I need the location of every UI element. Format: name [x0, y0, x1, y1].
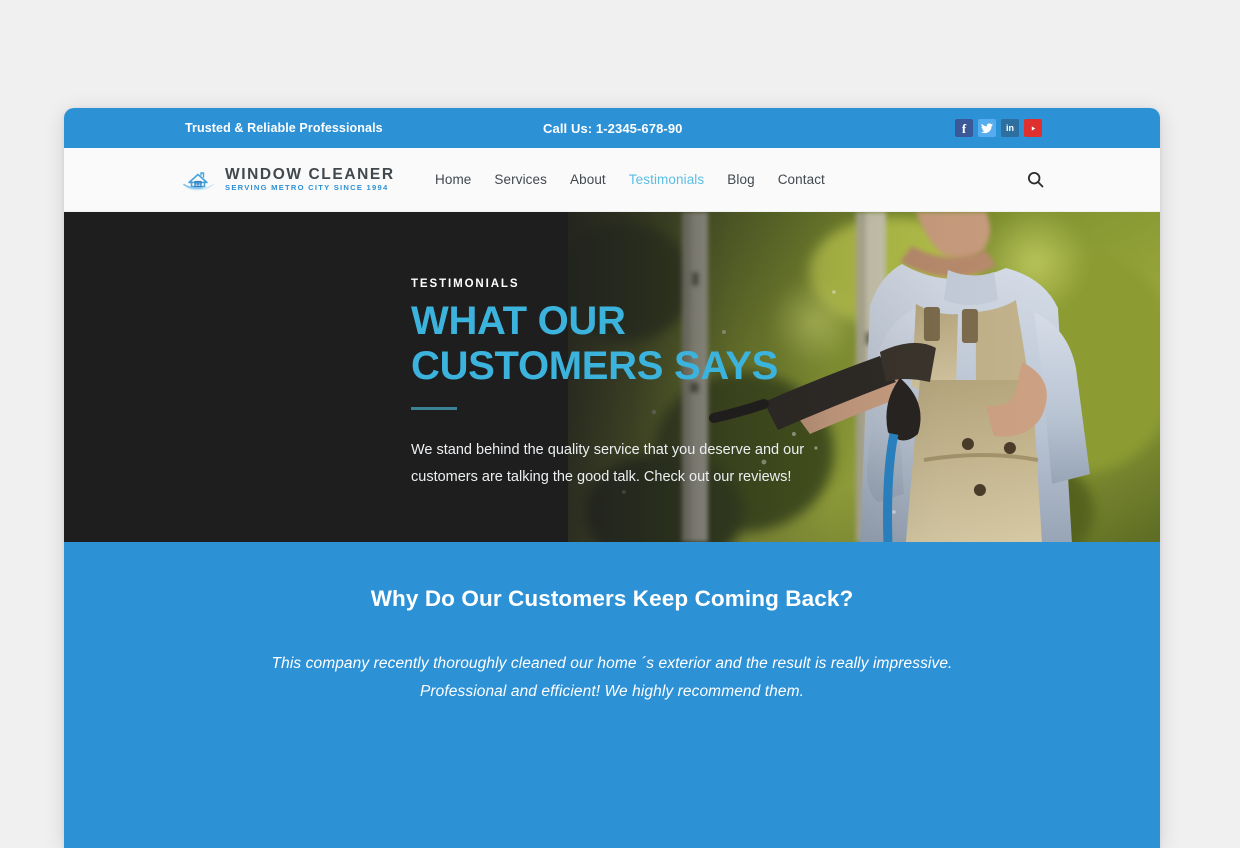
nav-item-services[interactable]: Services — [494, 172, 547, 187]
hero-description: We stand behind the quality service that… — [411, 442, 805, 486]
nav-item-about[interactable]: About — [570, 172, 606, 187]
tagline-text: Trusted & Reliable Professionals — [185, 121, 383, 135]
testimonials-section: Why Do Our Customers Keep Coming Back? T… — [64, 542, 1160, 848]
testimonial-quote: This company recently thoroughly cleaned… — [271, 655, 953, 700]
search-icon[interactable] — [1024, 169, 1046, 191]
logo-name: WINDOW CLEANER — [225, 165, 395, 183]
nav-item-testimonials[interactable]: Testimonials — [629, 172, 704, 187]
logo-tagline: SERVING METRO CITY SINCE 1994 — [225, 183, 389, 193]
hero-banner: TESTIMONIALS WHAT OUR CUSTOMERS SAYS We … — [64, 212, 1160, 542]
site-header: WINDOW CLEANER SERVING METRO CITY SINCE … — [64, 148, 1160, 212]
nav-item-contact[interactable]: Contact — [778, 172, 825, 187]
phone-link[interactable]: Call Us: 1-2345-678-90 — [543, 121, 683, 136]
hero-eyebrow: TESTIMONIALS — [411, 278, 520, 290]
twitter-icon[interactable] — [978, 119, 996, 137]
testimonials-heading: Why Do Our Customers Keep Coming Back? — [370, 586, 854, 611]
top-utility-bar: Trusted & Reliable Professionals Call Us… — [64, 108, 1160, 148]
linkedin-icon[interactable]: in — [1001, 119, 1019, 137]
hero-content: TESTIMONIALS WHAT OUR CUSTOMERS SAYS We … — [411, 278, 881, 491]
hero-title-line-2: CUSTOMERS SAYS — [411, 344, 779, 389]
site-logo[interactable]: WINDOW CLEANER SERVING METRO CITY SINCE … — [182, 167, 395, 192]
website-preview-frame: Trusted & Reliable Professionals Call Us… — [64, 108, 1160, 848]
nav-item-home[interactable]: Home — [435, 172, 471, 187]
youtube-icon[interactable] — [1024, 119, 1042, 137]
main-navigation: Home Services About Testimonials Blog Co… — [435, 172, 825, 187]
house-window-logo-icon — [182, 168, 216, 192]
hero-divider — [411, 407, 457, 411]
social-links: f in — [955, 119, 1042, 137]
nav-item-blog[interactable]: Blog — [727, 172, 754, 187]
facebook-icon[interactable]: f — [955, 119, 973, 137]
hero-title-line-1: WHAT OUR — [411, 299, 626, 343]
